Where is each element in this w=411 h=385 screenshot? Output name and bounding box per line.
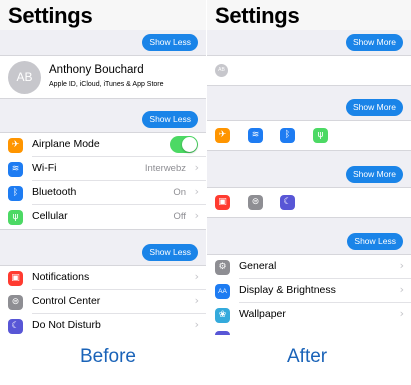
airplane-mode-row[interactable]: ✈ Airplane Mode: [0, 133, 206, 157]
profile-cell-collapsed[interactable]: AB: [207, 55, 411, 86]
profile-cell[interactable]: AB Anthony Bouchard Apple ID, iCloud, iT…: [0, 55, 206, 99]
general-row[interactable]: ⚙ General ›: [207, 255, 411, 279]
airplane-icon: ✈: [8, 138, 23, 153]
after-caption: After: [287, 346, 328, 367]
notifications-collapsed: ▣ ⊜ ☾: [207, 187, 411, 218]
wifi-icon: ≋: [8, 162, 23, 177]
moon-icon: ☾: [8, 319, 23, 334]
next-row-partial: [207, 327, 411, 335]
row-value: On: [173, 187, 186, 198]
row-value: Interwebz: [144, 163, 186, 174]
header: Settings: [207, 0, 411, 30]
bluetooth-icon[interactable]: ᛒ: [280, 128, 295, 143]
display-icon: AA: [215, 284, 230, 299]
show-less-button[interactable]: Show Less: [142, 244, 198, 261]
airplane-mode-toggle[interactable]: [170, 136, 198, 153]
row-label: Notifications: [32, 271, 90, 283]
bluetooth-row[interactable]: ᛒ Bluetooth On ›: [0, 181, 206, 205]
row-label: Wallpaper: [239, 308, 286, 320]
chevron-right-icon: ›: [194, 318, 199, 331]
notifications-row[interactable]: ▣ Notifications ›: [0, 266, 206, 290]
profile-name: Anthony Bouchard: [49, 64, 144, 76]
chevron-right-icon: ›: [399, 307, 404, 320]
wallpaper-row[interactable]: ❀ Wallpaper ›: [207, 303, 411, 327]
do-not-disturb-row[interactable]: ☾ Do Not Disturb ›: [0, 314, 206, 338]
notifications-group: ▣ Notifications › ⊜ Control Center › ☾ D…: [0, 265, 206, 340]
cellular-icon: ψ: [8, 210, 23, 225]
chevron-right-icon: ›: [194, 161, 199, 174]
cellular-icon[interactable]: ψ: [313, 128, 328, 143]
show-more-button[interactable]: Show More: [346, 99, 403, 116]
header: Settings: [0, 0, 206, 30]
general-group: ⚙ General › AA Display & Brightness › ❀ …: [207, 254, 411, 340]
control-center-icon[interactable]: ⊜: [248, 195, 263, 210]
chevron-right-icon: ›: [399, 259, 404, 272]
control-center-row[interactable]: ⊜ Control Center ›: [0, 290, 206, 314]
toggle-knob: [182, 137, 197, 152]
page-title: Settings: [215, 3, 300, 28]
avatar: AB: [215, 64, 228, 77]
row-value: Off: [173, 211, 187, 222]
row-label: General: [239, 260, 277, 272]
gear-icon: ⚙: [215, 260, 230, 275]
row-label: Bluetooth: [32, 186, 77, 198]
bluetooth-icon: ᛒ: [8, 186, 23, 201]
profile-subtitle: Apple ID, iCloud, iTunes & App Store: [49, 81, 164, 88]
show-less-button[interactable]: Show Less: [347, 233, 403, 250]
chevron-right-icon: ›: [194, 270, 199, 283]
wifi-row[interactable]: ≋ Wi-Fi Interwebz ›: [0, 157, 206, 181]
before-panel: Settings Show Less AB Anthony Bouchard A…: [0, 0, 206, 340]
before-caption: Before: [80, 346, 136, 367]
notifications-icon[interactable]: ▣: [215, 195, 230, 210]
cellular-row[interactable]: ψ Cellular Off ›: [0, 205, 206, 229]
row-label: Do Not Disturb: [32, 319, 101, 331]
show-less-button[interactable]: Show Less: [142, 111, 198, 128]
show-more-button[interactable]: Show More: [346, 166, 403, 183]
chevron-right-icon: ›: [194, 209, 199, 222]
chevron-right-icon: ›: [399, 283, 404, 296]
connectivity-group: ✈ Airplane Mode ≋ Wi-Fi Interwebz › ᛒ Bl…: [0, 132, 206, 230]
row-label: Wi-Fi: [32, 162, 57, 174]
row-label: Control Center: [32, 295, 101, 307]
wallpaper-icon: ❀: [215, 308, 230, 323]
moon-icon[interactable]: ☾: [280, 195, 295, 210]
display-brightness-row[interactable]: AA Display & Brightness ›: [207, 279, 411, 303]
show-less-button[interactable]: Show Less: [142, 34, 198, 51]
notifications-icon: ▣: [8, 271, 23, 286]
row-label: Display & Brightness: [239, 284, 336, 296]
row-label: Cellular: [32, 210, 68, 222]
siri-icon: [215, 331, 230, 335]
chevron-right-icon: ›: [194, 185, 199, 198]
connectivity-collapsed: ✈ ≋ ᛒ ψ: [207, 120, 411, 151]
row-label: Airplane Mode: [32, 138, 100, 150]
control-center-icon: ⊜: [8, 295, 23, 310]
wifi-icon[interactable]: ≋: [248, 128, 263, 143]
avatar: AB: [8, 61, 41, 94]
airplane-icon[interactable]: ✈: [215, 128, 230, 143]
show-more-button[interactable]: Show More: [346, 34, 403, 51]
after-panel: Settings Show More AB Show More ✈ ≋ ᛒ ψ …: [206, 0, 411, 340]
chevron-right-icon: ›: [194, 294, 199, 307]
page-title: Settings: [8, 3, 93, 28]
